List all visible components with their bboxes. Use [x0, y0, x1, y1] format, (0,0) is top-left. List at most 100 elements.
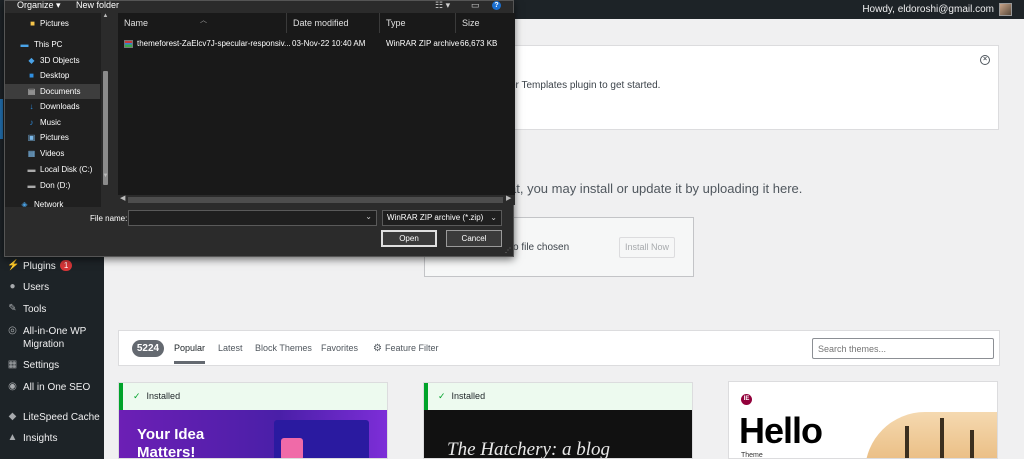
theme-card[interactable]: ✓ Installed The Hatchery: a blog [423, 382, 693, 459]
dismiss-notice-icon[interactable]: × [980, 55, 990, 65]
litespeed-icon: ◆ [8, 411, 17, 422]
theme-card[interactable]: IE Hello Theme [728, 381, 998, 459]
settings-icon: ▦ [7, 359, 18, 370]
howdy-user[interactable]: Howdy, eldoroshi@gmail.com [862, 4, 994, 15]
nav-item-pictures[interactable]: ▣ Pictures [5, 130, 100, 145]
nav-item-network[interactable]: ◈ Network [5, 197, 100, 207]
cancel-button[interactable]: Cancel [446, 230, 502, 247]
scroll-down-icon[interactable]: ▼ [101, 173, 110, 179]
disk-icon: ▬ [27, 181, 36, 190]
nav-item-label: Don (D:) [40, 181, 71, 190]
search-themes-input[interactable] [812, 338, 994, 359]
theme-filter-bar: 5224 Popular Latest Block Themes Favorit… [118, 330, 1000, 366]
palm-tree-photo [865, 412, 997, 458]
tab-block-themes[interactable]: Block Themes [255, 343, 312, 353]
scroll-up-icon[interactable]: ▲ [101, 13, 110, 19]
open-button[interactable]: Open [381, 230, 437, 247]
cube-icon: ◆ [28, 56, 35, 65]
scrollbar-thumb[interactable] [103, 71, 108, 185]
column-header-name[interactable]: Name [118, 13, 287, 33]
dialog-toolbar: Organize ▾ New folder ☷ ▾ ▭ ? [5, 0, 513, 13]
theme-screenshot: Your Idea Matters! [119, 410, 387, 458]
chevron-down-icon: ⌄ [490, 213, 497, 222]
feature-filter-label: Feature Filter [384, 343, 439, 353]
installed-banner: ✓ Installed [424, 383, 692, 410]
nav-item-local-disk-c[interactable]: ▬ Local Disk (C:) [5, 162, 100, 177]
elementor-logo-icon: IE [741, 394, 752, 405]
theme-preview-title: Hello [739, 410, 823, 451]
sidebar-item-label: All in One SEO [23, 382, 91, 393]
wrench-icon: ✎ [8, 303, 17, 314]
nav-item-music[interactable]: ♪ Music [5, 115, 100, 130]
sidebar-item-label: Tools [23, 304, 47, 315]
nav-item-this-pc[interactable]: ▬ This PC [5, 37, 100, 52]
nav-item-don-d[interactable]: ▬ Don (D:) [5, 178, 100, 193]
file-name-input[interactable]: ⌄ [128, 210, 377, 226]
nav-item-label: Pictures [40, 19, 69, 28]
navigation-pane: ■ Pictures ▬ This PC ◆ 3D Objects ■ Desk… [5, 13, 110, 207]
install-now-button[interactable]: Install Now [619, 237, 675, 258]
nav-item-pictures-quick[interactable]: ■ Pictures [5, 16, 100, 31]
column-header-date[interactable]: Date modified [287, 13, 380, 33]
upload-description: at, you may install or update it by uplo… [509, 181, 803, 196]
chevron-down-icon[interactable]: ⌄ [365, 212, 372, 221]
scroll-right-icon[interactable]: ▶ [506, 194, 511, 202]
installed-label: Installed [451, 391, 486, 401]
nav-item-label: This PC [34, 40, 63, 49]
update-count-badge: 1 [59, 260, 73, 271]
theme-card[interactable]: ✓ Installed Your Idea Matters! [118, 382, 388, 459]
resize-grip-icon[interactable]: ⋰ [505, 247, 511, 254]
notice-text: er Templates plugin to get started. [510, 80, 661, 91]
sidebar-item-label-line2: Migration [23, 339, 65, 350]
theme-preview-title-line1: Your Idea [137, 426, 205, 443]
new-folder-button[interactable]: New folder [76, 0, 119, 10]
nav-item-label: Pictures [40, 133, 69, 142]
help-icon[interactable]: ? [492, 1, 501, 10]
scrollbar-thumb[interactable] [128, 197, 503, 203]
file-size: 66,673 KB [460, 39, 498, 48]
theme-preview-subtitle: Theme [741, 452, 763, 459]
nav-item-label: Network [34, 200, 64, 207]
tab-latest[interactable]: Latest [218, 343, 243, 353]
sidebar-item-label: Settings [23, 360, 60, 371]
file-type-select[interactable]: WinRAR ZIP archive (*.zip) ⌄ [382, 210, 502, 226]
download-icon: ↓ [29, 102, 34, 111]
insights-icon: ▲ [7, 432, 18, 443]
network-icon: ◈ [21, 200, 28, 207]
nav-item-label: Downloads [40, 102, 80, 111]
sidebar-item-label: Insights [23, 433, 58, 444]
file-row[interactable]: themeforest-ZaElcv7J-specular-responsiv.… [118, 37, 515, 51]
file-name-label: File name: [90, 214, 128, 223]
horizontal-scrollbar[interactable]: ◀ ▶ [118, 195, 515, 205]
checkmark-icon: ✓ [438, 391, 446, 401]
picture-icon: ▣ [27, 133, 36, 142]
nav-item-downloads[interactable]: ↓ Downloads [5, 99, 100, 114]
nav-item-label: Local Disk (C:) [40, 165, 93, 174]
column-header-type[interactable]: Type [380, 13, 456, 33]
nav-item-documents[interactable]: ▤ Documents [5, 84, 100, 99]
nav-item-label: Desktop [40, 71, 70, 80]
file-name: themeforest-ZaElcv7J-specular-responsiv.… [137, 39, 291, 48]
sidebar-item-label-line1: All-in-One WP [23, 326, 87, 337]
avatar[interactable] [999, 3, 1012, 16]
nav-item-label: Music [40, 118, 61, 127]
nav-item-desktop[interactable]: ■ Desktop [5, 68, 100, 83]
theme-screenshot: The Hatchery: a blog [424, 410, 692, 458]
feature-filter-button[interactable]: ⚙ Feature Filter [373, 343, 439, 354]
nav-item-3d-objects[interactable]: ◆ 3D Objects [5, 53, 100, 68]
tab-popular[interactable]: Popular [174, 343, 206, 364]
no-file-chosen-text: o file chosen [513, 242, 570, 253]
file-date: 03-Nov-22 10:40 AM [292, 39, 366, 48]
view-options-icon[interactable]: ☷ ▾ [435, 0, 450, 11]
preview-pane-icon[interactable]: ▭ [471, 0, 480, 11]
organize-menu[interactable]: Organize ▾ [17, 0, 61, 11]
scroll-left-icon[interactable]: ◀ [120, 194, 125, 202]
nav-scrollbar[interactable]: ▲ ▼ [101, 13, 110, 207]
file-list: ︿ Name Date modified Type Size themefore… [118, 13, 515, 195]
nav-item-videos[interactable]: ▦ Videos [5, 146, 100, 161]
winrar-zip-icon [124, 40, 133, 48]
nav-item-label: Documents [40, 87, 81, 96]
column-header-size[interactable]: Size [456, 13, 515, 33]
tab-favorites[interactable]: Favorites [321, 343, 358, 353]
checkmark-icon: ✓ [133, 391, 141, 401]
